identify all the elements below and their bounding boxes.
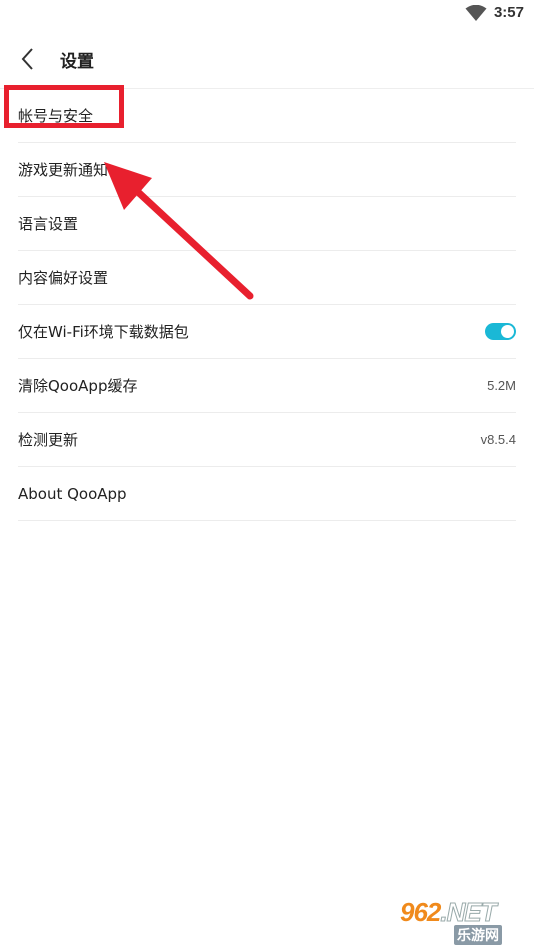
settings-item-wifi-only-download[interactable]: 仅在Wi-Fi环境下载数据包 (18, 305, 516, 359)
settings-item-label: 检测更新 (18, 431, 79, 449)
cache-size-value: 5.2M (487, 378, 516, 393)
watermark-brand: 962.NET (400, 897, 497, 928)
header: 设置 (0, 30, 534, 89)
settings-list: 帐号与安全 游戏更新通知 语言设置 内容偏好设置 仅在Wi-Fi环境下载数据包 … (18, 89, 516, 521)
watermark-subtitle: 乐游网 (454, 925, 502, 945)
settings-item-label: About QooApp (18, 484, 127, 503)
settings-item-game-update-notification[interactable]: 游戏更新通知 (18, 143, 516, 197)
settings-item-label: 内容偏好设置 (18, 269, 109, 287)
watermark-logo: 962.NET 乐游网 (396, 897, 528, 945)
settings-item-check-update[interactable]: 检测更新 v8.5.4 (18, 413, 516, 467)
settings-item-label: 清除QooApp缓存 (18, 377, 138, 395)
settings-item-language[interactable]: 语言设置 (18, 197, 516, 251)
settings-screen: 3:57 设置 帐号与安全 游戏更新通知 语言设置 内容偏好设置 仅在Wi-Fi… (0, 0, 534, 949)
toggle-knob (501, 325, 514, 338)
settings-item-clear-cache[interactable]: 清除QooApp缓存 5.2M (18, 359, 516, 413)
status-time: 3:57 (493, 4, 524, 21)
settings-item-label: 仅在Wi-Fi环境下载数据包 (18, 323, 189, 341)
chevron-left-icon (21, 48, 33, 70)
page-title: 设置 (60, 52, 94, 72)
settings-item-about[interactable]: About QooApp (18, 467, 516, 521)
settings-item-content-preferences[interactable]: 内容偏好设置 (18, 251, 516, 305)
wifi-only-toggle[interactable] (485, 323, 516, 340)
status-bar: 3:57 (0, 0, 534, 30)
wifi-icon (465, 5, 487, 21)
back-button[interactable] (12, 44, 42, 74)
version-value: v8.5.4 (480, 432, 516, 447)
settings-item-label: 语言设置 (18, 215, 79, 233)
annotation-highlight-box (4, 85, 124, 128)
settings-item-label: 游戏更新通知 (18, 161, 109, 179)
